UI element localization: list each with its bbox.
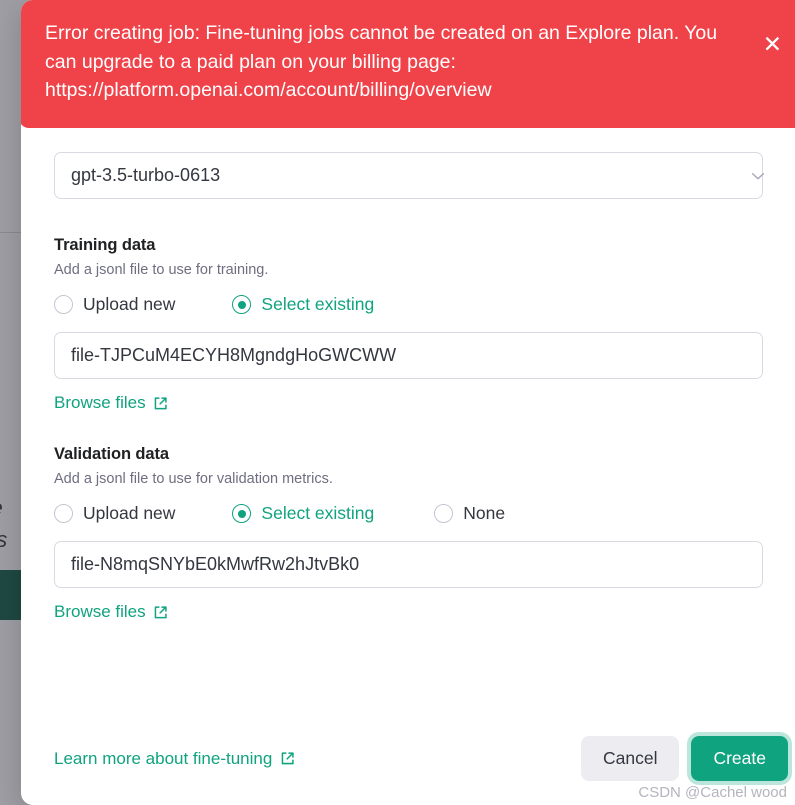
validation-data-radio-group: Upload new Select existing None (54, 503, 788, 524)
watermark: CSDN @Cachel wood (638, 784, 787, 801)
close-icon[interactable]: ✕ (757, 29, 788, 60)
validation-data-help: Add a jsonl file to use for validation m… (54, 471, 333, 487)
radio-indicator (232, 504, 252, 523)
validation-data-section: Validation data Add a jsonl file to use … (54, 445, 788, 622)
validation-radio-upload-new[interactable]: Upload new (54, 503, 175, 524)
screen: une us n Base model gpt-3.5-turbo-0613 T… (0, 0, 795, 805)
training-data-label: Training data (54, 236, 156, 254)
training-data-section: Training data Add a jsonl file to use fo… (54, 236, 788, 413)
create-button[interactable]: Create (691, 736, 788, 781)
training-radio-upload-new[interactable]: Upload new (54, 294, 175, 315)
validation-data-label: Validation data (54, 445, 169, 463)
training-file-input[interactable]: file-TJPCuM4ECYH8MgndgHoGWCWW (54, 332, 763, 379)
training-data-radio-group: Upload new Select existing (54, 294, 788, 315)
radio-label: Select existing (261, 294, 375, 314)
error-message: Error creating job: Fine-tuning jobs can… (45, 22, 718, 102)
dialog-actions: Cancel Create (580, 736, 788, 781)
validation-radio-select-existing[interactable]: Select existing (232, 503, 374, 524)
training-data-help: Add a jsonl file to use for training. (54, 262, 269, 278)
dialog-footer: Learn more about fine-tuning Cancel Crea… (54, 736, 788, 781)
radio-indicator (54, 504, 73, 523)
validation-radio-none[interactable]: None (434, 503, 505, 524)
radio-indicator (54, 295, 73, 314)
error-banner: Error creating job: Fine-tuning jobs can… (21, 0, 795, 128)
create-fine-tuning-job-dialog: Base model gpt-3.5-turbo-0613 Training d… (21, 0, 795, 805)
training-browse-files-link[interactable]: Browse files (54, 393, 168, 413)
base-model-select[interactable]: gpt-3.5-turbo-0613 (54, 152, 763, 199)
radio-label: Select existing (261, 503, 375, 523)
external-link-icon (154, 605, 167, 618)
radio-indicator (434, 504, 454, 523)
learn-more-link[interactable]: Learn more about fine-tuning (54, 749, 295, 769)
external-link-icon (154, 396, 167, 409)
validation-file-input[interactable]: file-N8mqSNYbE0kMwfRw2hJtvBk0 (54, 541, 763, 588)
radio-label: None (463, 503, 506, 523)
learn-more-label: Learn more about fine-tuning (54, 748, 273, 768)
radio-label: Upload new (83, 294, 176, 314)
validation-browse-files-link[interactable]: Browse files (54, 602, 168, 622)
external-link-icon (282, 752, 294, 765)
radio-label: Upload new (83, 503, 176, 523)
browse-files-label: Browse files (54, 602, 146, 621)
browse-files-label: Browse files (54, 393, 146, 412)
base-model-select-wrap: gpt-3.5-turbo-0613 (54, 152, 788, 199)
cancel-button[interactable]: Cancel (580, 736, 680, 781)
radio-indicator (232, 295, 252, 314)
training-radio-select-existing[interactable]: Select existing (232, 294, 374, 315)
